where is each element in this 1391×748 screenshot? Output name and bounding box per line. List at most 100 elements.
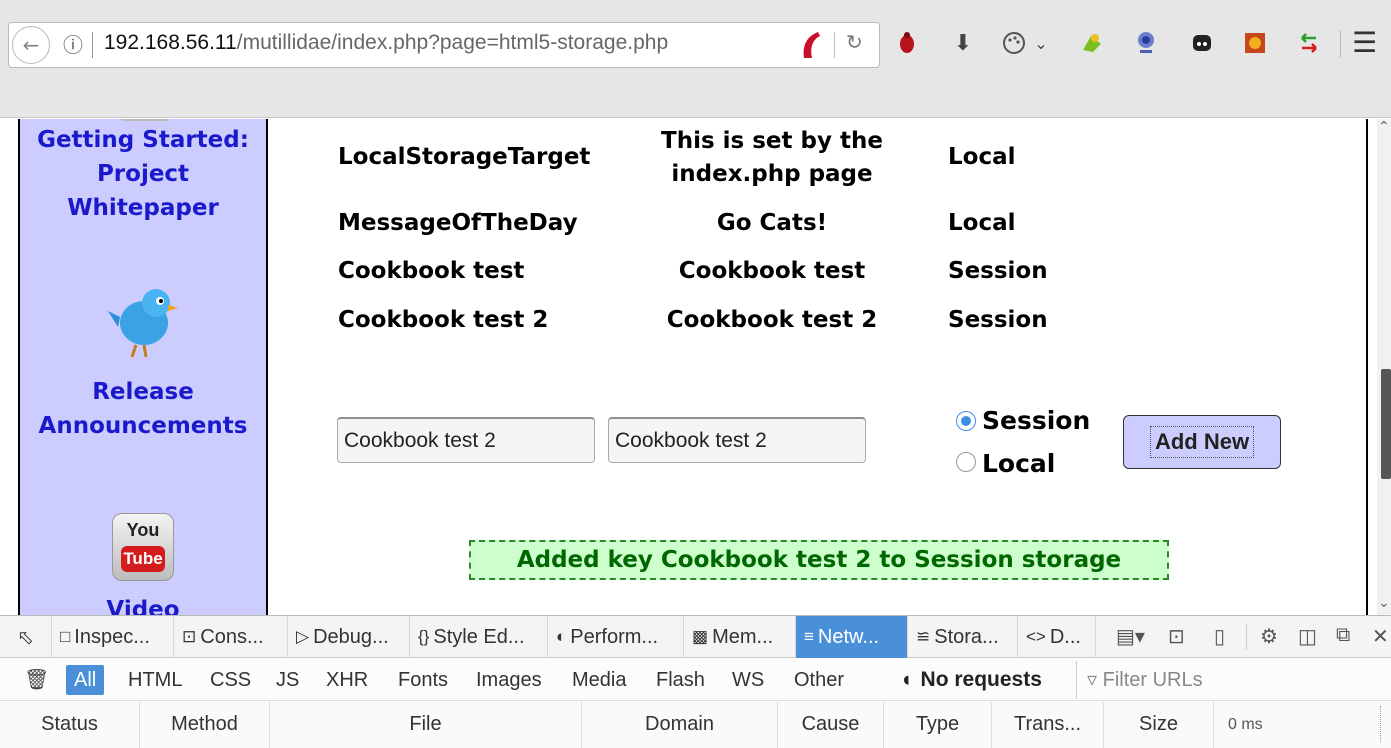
- column-type[interactable]: Type: [884, 702, 992, 748]
- column-transferred[interactable]: Trans...: [992, 702, 1104, 748]
- network-arrows-icon[interactable]: [1292, 26, 1326, 60]
- split-console-icon[interactable]: ⊡: [1168, 624, 1185, 649]
- column-cause[interactable]: Cause: [778, 702, 884, 748]
- info-icon[interactable]: ⓘ: [60, 32, 86, 58]
- filter-flash[interactable]: Flash: [648, 665, 713, 695]
- add-new-button-label: Add New: [1149, 426, 1255, 458]
- local-radio-label[interactable]: Local: [982, 449, 1055, 478]
- debugger-icon: ▷: [296, 627, 310, 646]
- youtube-icon-top: You: [126, 520, 160, 540]
- storage-value-line: This is set by the: [661, 128, 883, 154]
- chevron-down-icon[interactable]: ⌄: [1024, 26, 1058, 60]
- firebug-icon[interactable]: [1238, 26, 1272, 60]
- tab-inspector[interactable]: □ Inspec...: [52, 616, 174, 658]
- responsive-design-icon[interactable]: ▯: [1214, 624, 1225, 649]
- dock-side-icon[interactable]: ◫: [1298, 624, 1317, 649]
- value-input[interactable]: Cookbook test 2: [608, 417, 866, 463]
- performance-icon: ◐: [556, 627, 567, 646]
- column-method[interactable]: Method: [140, 702, 270, 748]
- clear-trash-icon[interactable]: 🗑: [16, 665, 57, 695]
- storage-type: Session: [948, 258, 1048, 284]
- tab-network[interactable]: ≡ Netw...: [796, 616, 908, 658]
- devtools-tabs: ⬁ □ Inspec... ⊡ Cons... ▷ Debug... {} Style …: [0, 616, 1391, 658]
- filter-xhr[interactable]: XHR: [318, 665, 376, 695]
- filter-images[interactable]: Images: [468, 665, 550, 695]
- menu-icon[interactable]: ☰: [1352, 26, 1377, 59]
- tab-storage[interactable]: ≌ Stora...: [908, 616, 1018, 658]
- console-icon: ⊡: [182, 627, 197, 646]
- tab-memory[interactable]: ▩ Mem...: [684, 616, 796, 658]
- storage-value: Cookbook test: [678, 258, 866, 284]
- add-new-button[interactable]: Add New: [1123, 415, 1281, 469]
- filter-css[interactable]: CSS: [202, 665, 259, 695]
- devtools-panel: ⬁ □ Inspec... ⊡ Cons... ▷ Debug... {} Style …: [0, 615, 1391, 748]
- key-input[interactable]: Cookbook test 2: [337, 417, 595, 463]
- status-message: Added key Cookbook test 2 to Session sto…: [469, 540, 1169, 580]
- column-status[interactable]: Status: [0, 702, 140, 748]
- alien-icon[interactable]: [1185, 26, 1219, 60]
- toolbar-separator: [1340, 30, 1341, 58]
- page-content: Getting Started: Project Whitepaper Rele…: [0, 119, 1391, 615]
- column-file[interactable]: File: [270, 702, 582, 748]
- url-path: /mutillidae/index.php?page=html5-storage…: [236, 31, 669, 54]
- session-radio-label[interactable]: Session: [982, 406, 1090, 435]
- filter-html[interactable]: HTML: [120, 665, 190, 695]
- storage-value-line: index.php page: [671, 161, 873, 187]
- back-button[interactable]: ←: [12, 26, 50, 64]
- element-picker-icon[interactable]: ⬁: [0, 616, 52, 658]
- close-icon[interactable]: ✕: [1372, 624, 1389, 649]
- tab-style-editor[interactable]: {} Style Ed...: [410, 616, 548, 658]
- youtube-icon-bottom: Tube: [121, 546, 165, 572]
- reload-icon[interactable]: ↻: [846, 30, 863, 54]
- tab-console[interactable]: ⊡ Cons...: [174, 616, 288, 658]
- local-radio[interactable]: [956, 452, 976, 472]
- devtools-separator: [1246, 624, 1247, 650]
- scrollbar-thumb[interactable]: [1381, 369, 1391, 479]
- youtube-icon[interactable]: You Tube: [112, 513, 174, 581]
- scroll-down-icon[interactable]: ⌄: [1378, 595, 1390, 611]
- tab-dom[interactable]: <> D...: [1018, 616, 1096, 658]
- storage-key: LocalStorageTarget: [338, 144, 591, 170]
- url-separator: [92, 32, 93, 58]
- tab-debugger[interactable]: ▷ Debug...: [288, 616, 410, 658]
- filter-media[interactable]: Media: [564, 665, 634, 695]
- storage-value: Cookbook test 2: [666, 307, 878, 333]
- filter-funnel-icon: ▿: [1087, 669, 1098, 691]
- url-host: 192.168.56.11: [104, 31, 237, 54]
- extension-icon[interactable]: [1075, 26, 1109, 60]
- storage-key: MessageOfTheDay: [338, 210, 578, 236]
- dock-options-icon[interactable]: ▤▾: [1116, 624, 1145, 649]
- timeline-label: 0 ms: [1228, 716, 1263, 733]
- filter-all[interactable]: All: [66, 665, 105, 695]
- filter-other[interactable]: Other: [786, 665, 852, 695]
- storage-value: This is set by the index.php page: [640, 125, 904, 191]
- undock-icon[interactable]: ⧉: [1336, 624, 1350, 647]
- sidebar-item-getting-started[interactable]: Getting Started: Project Whitepaper: [20, 123, 266, 225]
- tab-label: Style Ed...: [433, 625, 525, 648]
- bug-icon[interactable]: [890, 26, 924, 60]
- sidebar-item-label: Release Announcements: [38, 379, 248, 439]
- twitter-bird-icon[interactable]: [106, 281, 182, 361]
- tab-performance[interactable]: ◐ Perform...: [548, 616, 684, 658]
- session-radio[interactable]: [956, 411, 976, 431]
- sidebar-item-video[interactable]: Video: [20, 593, 266, 615]
- sidebar-item-release-announcements[interactable]: Release Announcements: [20, 375, 266, 443]
- column-size[interactable]: Size: [1104, 702, 1214, 748]
- settings-gear-icon[interactable]: ⚙: [1260, 624, 1278, 649]
- filter-ws[interactable]: WS: [724, 665, 772, 695]
- filter-fonts[interactable]: Fonts: [390, 665, 456, 695]
- network-table-header: Status Method File Domain Cause Type Tra…: [0, 702, 1391, 748]
- tab-label: Stora...: [934, 625, 999, 648]
- network-icon: ≡: [804, 627, 814, 646]
- scrollbar[interactable]: [1377, 119, 1391, 615]
- column-domain[interactable]: Domain: [582, 702, 778, 748]
- url-text[interactable]: 192.168.56.11/mutillidae/index.php?page=…: [104, 31, 668, 55]
- tab-label: D...: [1049, 625, 1081, 648]
- filter-urls-input[interactable]: ▿ Filter URLs: [1076, 661, 1391, 699]
- scroll-up-icon[interactable]: ⌃: [1378, 119, 1390, 135]
- download-icon[interactable]: ⬇: [946, 26, 980, 60]
- style-editor-icon: {}: [418, 627, 430, 646]
- filter-js[interactable]: JS: [268, 665, 307, 695]
- webcam-icon[interactable]: [1129, 26, 1163, 60]
- red-swirl-extension-icon[interactable]: [796, 30, 822, 60]
